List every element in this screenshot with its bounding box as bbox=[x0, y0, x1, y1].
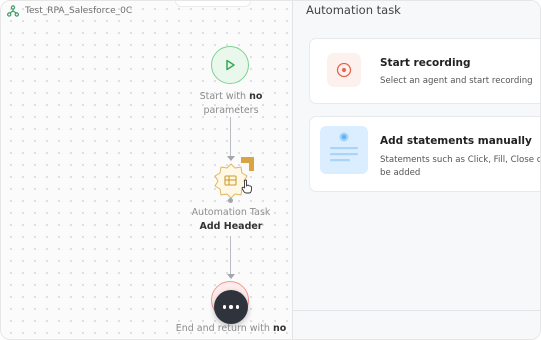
card-description: Statements such as Click, Fill, Close ca… bbox=[380, 155, 541, 178]
play-icon bbox=[226, 59, 235, 71]
connector-dot bbox=[228, 198, 233, 203]
start-node-label: Start with no parameters bbox=[199, 91, 263, 116]
automation-task-panel: Automation task Start recording Select a… bbox=[292, 1, 541, 339]
task-type-label: Automation Task bbox=[191, 207, 271, 218]
more-dots-icon bbox=[222, 305, 227, 309]
card-description: Select an agent and start recording bbox=[380, 76, 533, 86]
hand-cursor-icon bbox=[241, 179, 253, 198]
panel-footer-divider bbox=[293, 310, 540, 311]
start-recording-card[interactable]: Start recording Select an agent and star… bbox=[309, 38, 540, 104]
start-node[interactable] bbox=[211, 46, 249, 84]
canvas-toolbar-pill[interactable] bbox=[175, 1, 251, 7]
workflow-title-bar: Test_RPA_Salesforce_0C bbox=[7, 3, 132, 19]
connector-arrow bbox=[226, 274, 235, 279]
app-window: Test_RPA_Salesforce_0C Start with no par… bbox=[0, 0, 541, 340]
more-actions-button[interactable] bbox=[214, 290, 248, 324]
workflow-canvas[interactable]: Test_RPA_Salesforce_0C Start with no par… bbox=[1, 1, 292, 339]
workflow-tree-icon bbox=[7, 5, 19, 17]
connector-line bbox=[230, 236, 231, 276]
task-name-label: Add Header bbox=[199, 221, 263, 232]
more-dots-icon bbox=[229, 305, 233, 309]
panel-title: Automation task bbox=[306, 3, 401, 17]
task-flag-icon bbox=[241, 156, 254, 171]
statement-doc-icon bbox=[320, 126, 368, 174]
workflow-title[interactable]: Test_RPA_Salesforce_0C bbox=[25, 6, 132, 16]
record-icon bbox=[327, 53, 361, 87]
connector-line bbox=[230, 117, 231, 159]
card-title: Start recording bbox=[380, 57, 471, 69]
more-dots-icon bbox=[235, 305, 240, 309]
card-title: Add statements manually bbox=[380, 135, 532, 147]
add-statements-card[interactable]: Add statements manually Statements such … bbox=[309, 116, 541, 192]
end-node-label: End and return with no bbox=[175, 323, 287, 334]
